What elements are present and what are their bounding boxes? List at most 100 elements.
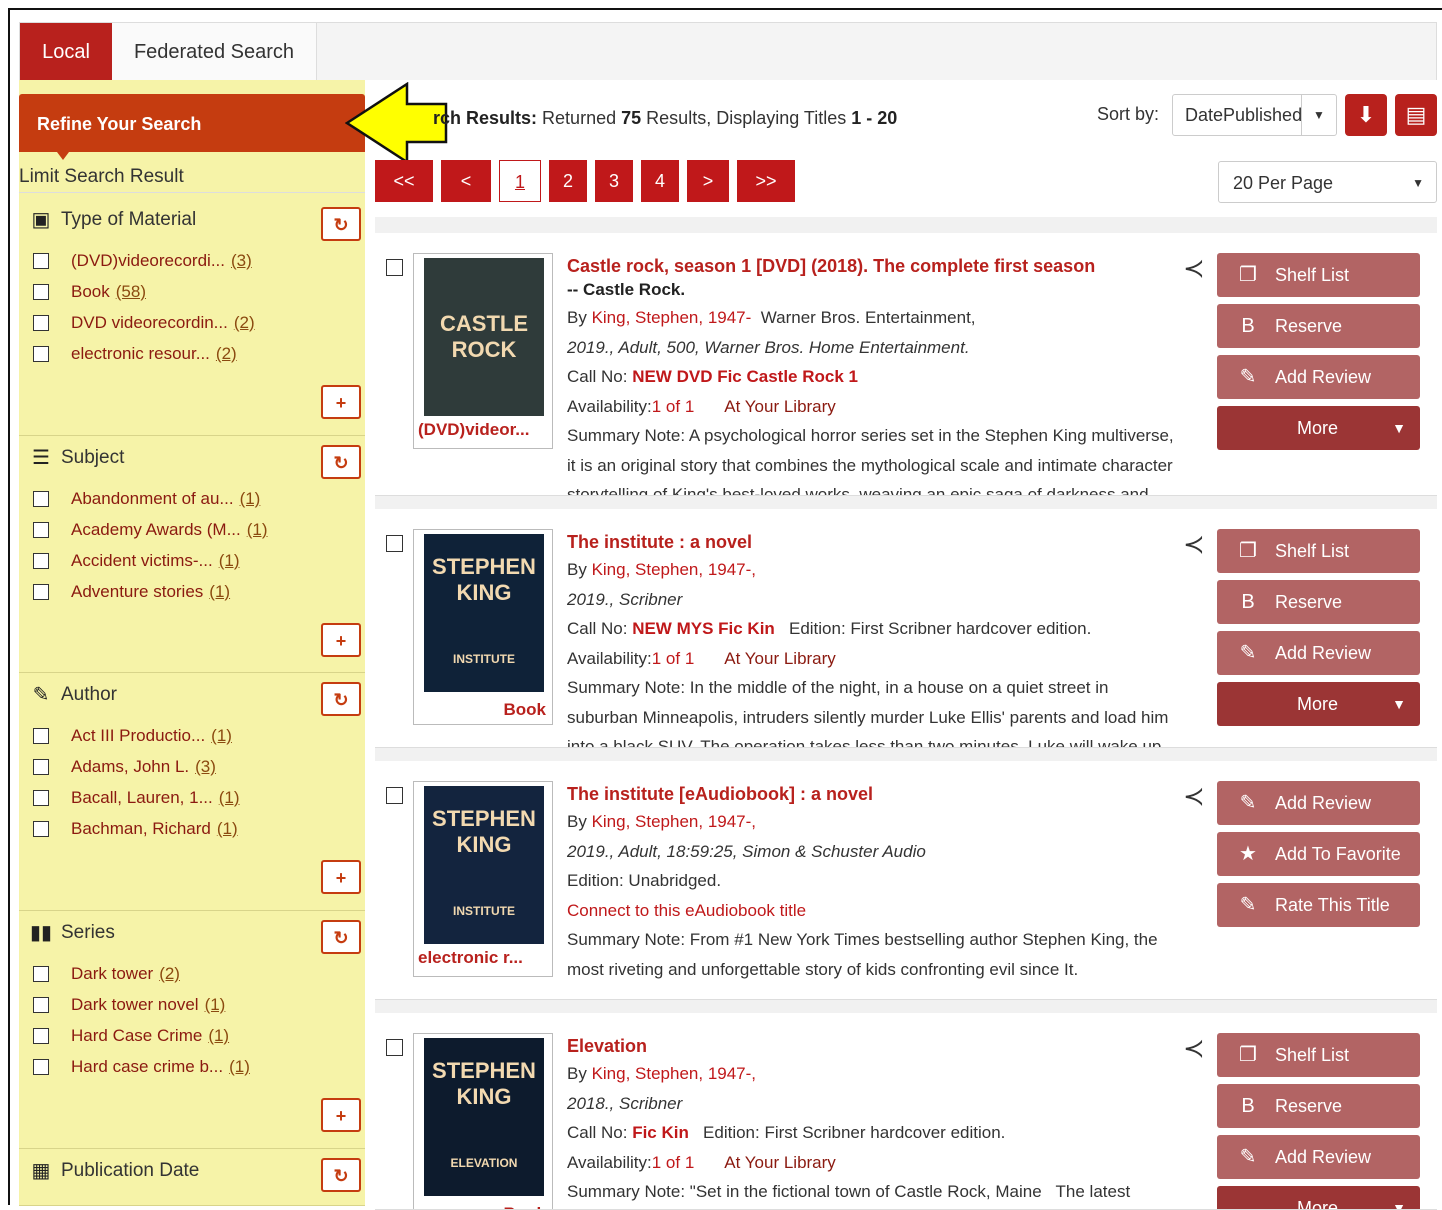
facet-checkbox[interactable] bbox=[33, 584, 49, 600]
facet-option-count[interactable]: (1) bbox=[211, 726, 232, 746]
add-review-button[interactable]: ✎ Add Review bbox=[1217, 781, 1420, 825]
select-record-checkbox[interactable] bbox=[386, 1039, 403, 1056]
facet-option[interactable]: Bacall, Lauren, 1... (1) bbox=[33, 788, 240, 808]
record-title-link[interactable]: The institute [eAudiobook] : a novel bbox=[567, 781, 1217, 807]
facet-reset-button[interactable]: ↻ bbox=[321, 920, 361, 954]
facet-checkbox[interactable] bbox=[33, 821, 49, 837]
share-icon[interactable]: ≺ bbox=[1183, 781, 1205, 812]
facet-reset-button[interactable]: ↻ bbox=[321, 682, 361, 716]
facet-option-count[interactable]: (1) bbox=[205, 995, 226, 1015]
per-page-select[interactable]: 20 Per Page ▼ bbox=[1218, 161, 1437, 203]
detail-link[interactable]: 1 of 1 bbox=[652, 1153, 695, 1172]
facet-checkbox[interactable] bbox=[33, 491, 49, 507]
more-button[interactable]: More ▼ bbox=[1217, 682, 1420, 726]
facet-more-button[interactable]: + bbox=[321, 385, 361, 419]
facet-option[interactable]: (DVD)videorecordi... (3) bbox=[33, 251, 252, 271]
page-button[interactable]: 3 bbox=[595, 160, 633, 202]
facet-checkbox[interactable] bbox=[33, 997, 49, 1013]
cover-thumbnail[interactable]: STEPHEN KING INSTITUTE electronic r... bbox=[413, 781, 553, 977]
facet-option-count[interactable]: (1) bbox=[219, 551, 240, 571]
cover-thumbnail[interactable]: STEPHEN KINGELEVATIONBook bbox=[413, 1033, 553, 1209]
facet-option-count[interactable]: (1) bbox=[217, 819, 238, 839]
facet-checkbox[interactable] bbox=[33, 284, 49, 300]
facet-checkbox[interactable] bbox=[33, 1059, 49, 1075]
facet-option-count[interactable]: (1) bbox=[219, 788, 240, 808]
add-review-button[interactable]: ✎ Add Review bbox=[1217, 631, 1420, 675]
detail-link[interactable]: King, Stephen, 1947-, bbox=[592, 812, 756, 831]
page-button[interactable]: << bbox=[375, 160, 433, 202]
facet-option-count[interactable]: (2) bbox=[234, 313, 255, 333]
facet-option-count[interactable]: (1) bbox=[209, 582, 230, 602]
facet-checkbox[interactable] bbox=[33, 253, 49, 269]
facet-option-count[interactable]: (2) bbox=[216, 344, 237, 364]
sort-select[interactable]: DatePublished ▼ bbox=[1172, 94, 1337, 136]
reserve-button[interactable]: B Reserve bbox=[1217, 1084, 1420, 1128]
page-button[interactable]: < bbox=[441, 160, 491, 202]
facet-checkbox[interactable] bbox=[33, 728, 49, 744]
facet-checkbox[interactable] bbox=[33, 553, 49, 569]
detail-link[interactable]: King, Stephen, 1947- bbox=[592, 308, 752, 327]
facet-checkbox[interactable] bbox=[33, 966, 49, 982]
cover-thumbnail[interactable]: CASTLE ROCK (DVD)videor... bbox=[413, 253, 553, 449]
facet-option[interactable]: Accident victims-... (1) bbox=[33, 551, 239, 571]
add-review-button[interactable]: ✎ Add Review bbox=[1217, 1135, 1420, 1179]
detail-link[interactable]: King, Stephen, 1947-, bbox=[592, 1064, 756, 1083]
facet-option[interactable]: Dark tower (2) bbox=[33, 964, 180, 984]
share-icon[interactable]: ≺ bbox=[1183, 529, 1205, 560]
facet-reset-button[interactable]: ↻ bbox=[321, 207, 361, 241]
record-title-link[interactable]: Castle rock, season 1 [DVD] (2018). The … bbox=[567, 253, 1217, 279]
facet-option[interactable]: Adams, John L. (3) bbox=[33, 757, 216, 777]
facet-option[interactable]: Adventure stories (1) bbox=[33, 582, 230, 602]
facet-reset-button[interactable]: ↻ bbox=[321, 445, 361, 479]
select-record-checkbox[interactable] bbox=[386, 259, 403, 276]
reserve-button[interactable]: B Reserve bbox=[1217, 304, 1420, 348]
refine-header[interactable]: Refine Your Search bbox=[19, 94, 365, 160]
tab-local[interactable]: Local bbox=[20, 23, 112, 81]
share-icon[interactable]: ≺ bbox=[1183, 253, 1205, 284]
detail-link[interactable]: 1 of 1 bbox=[652, 649, 695, 668]
tab-federated-search[interactable]: Federated Search bbox=[112, 23, 317, 81]
page-button[interactable]: 1 bbox=[499, 160, 541, 202]
page-button[interactable]: >> bbox=[737, 160, 795, 202]
facet-option[interactable]: Hard Case Crime (1) bbox=[33, 1026, 229, 1046]
facet-more-button[interactable]: + bbox=[321, 623, 361, 657]
select-record-checkbox[interactable] bbox=[386, 535, 403, 552]
download-icon[interactable]: ⬇ bbox=[1345, 94, 1387, 136]
more-button[interactable]: More ▼ bbox=[1217, 1186, 1420, 1209]
page-button[interactable]: 4 bbox=[641, 160, 679, 202]
shelf-list-button[interactable]: ❐ Shelf List bbox=[1217, 1033, 1420, 1077]
facet-more-button[interactable]: + bbox=[321, 860, 361, 894]
eaudiobook-link[interactable]: Connect to this eAudiobook title bbox=[567, 901, 806, 920]
record-title-link[interactable]: Elevation bbox=[567, 1033, 1217, 1059]
facet-option-count[interactable]: (3) bbox=[231, 251, 252, 271]
reserve-button[interactable]: B Reserve bbox=[1217, 580, 1420, 624]
facet-option-count[interactable]: (1) bbox=[240, 489, 261, 509]
facet-option[interactable]: electronic resour... (2) bbox=[33, 344, 237, 364]
more-button[interactable]: More ▼ bbox=[1217, 406, 1420, 450]
facet-option-count[interactable]: (2) bbox=[159, 964, 180, 984]
facet-option[interactable]: Hard case crime b... (1) bbox=[33, 1057, 250, 1077]
add-to-favorite-button[interactable]: ★ Add To Favorite bbox=[1217, 832, 1420, 876]
facet-option[interactable]: Dark tower novel (1) bbox=[33, 995, 225, 1015]
detail-link[interactable]: King, Stephen, 1947-, bbox=[592, 560, 756, 579]
pdf-icon[interactable]: ▤ bbox=[1395, 94, 1437, 136]
detail-link[interactable]: 1 of 1 bbox=[652, 397, 695, 416]
facet-option[interactable]: Bachman, Richard (1) bbox=[33, 819, 238, 839]
page-button[interactable]: 2 bbox=[549, 160, 587, 202]
shelf-list-button[interactable]: ❐ Shelf List bbox=[1217, 253, 1420, 297]
facet-checkbox[interactable] bbox=[33, 1028, 49, 1044]
facet-option-count[interactable]: (1) bbox=[229, 1057, 250, 1077]
facet-option[interactable]: DVD videorecordin... (2) bbox=[33, 313, 255, 333]
facet-checkbox[interactable] bbox=[33, 522, 49, 538]
facet-option[interactable]: Act III Productio... (1) bbox=[33, 726, 232, 746]
facet-more-button[interactable]: + bbox=[321, 1098, 361, 1132]
facet-checkbox[interactable] bbox=[33, 315, 49, 331]
shelf-list-button[interactable]: ❐ Shelf List bbox=[1217, 529, 1420, 573]
page-button[interactable]: > bbox=[687, 160, 729, 202]
facet-checkbox[interactable] bbox=[33, 790, 49, 806]
facet-checkbox[interactable] bbox=[33, 759, 49, 775]
facet-option-count[interactable]: (58) bbox=[116, 282, 146, 302]
share-icon[interactable]: ≺ bbox=[1183, 1033, 1205, 1064]
facet-option-count[interactable]: (1) bbox=[208, 1026, 229, 1046]
record-title-link[interactable]: The institute : a novel bbox=[567, 529, 1217, 555]
